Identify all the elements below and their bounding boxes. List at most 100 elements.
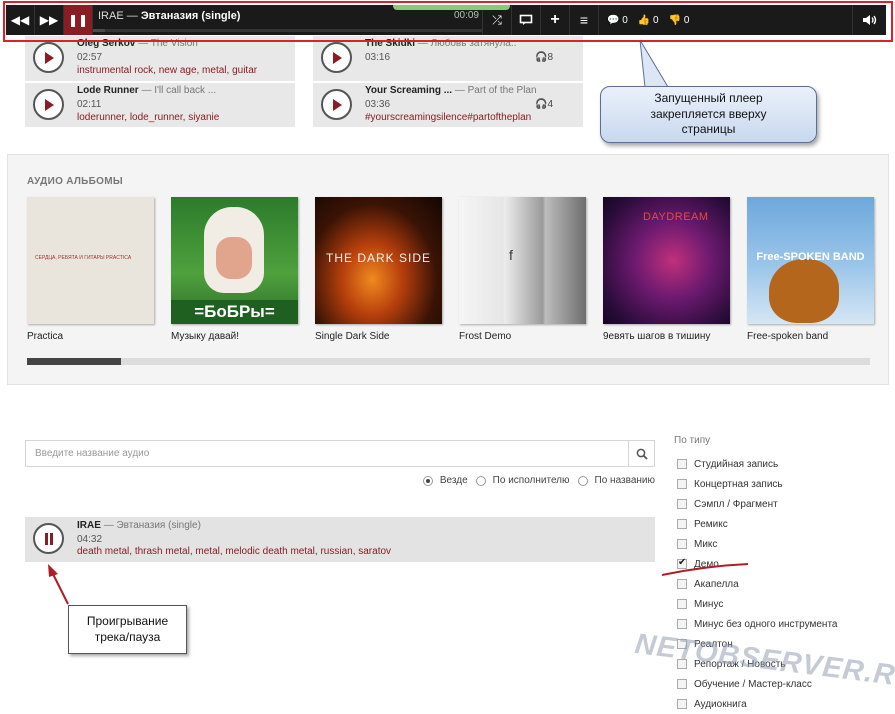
filter-checkbox[interactable] [677,699,687,709]
filter-title: По типу [674,435,711,446]
track-tags[interactable]: instrumental rock, new age, metal, guita… [77,65,257,76]
play-icon [44,51,54,64]
radio-label: Везде [439,475,468,486]
callout-pointer [639,39,669,88]
album-cover[interactable]: f [459,197,586,324]
filter-label: Акапелла [694,578,739,590]
sticky-player-callout: Запущенный плеер закрепляется вверху стр… [600,86,817,143]
radio-dot-selected[interactable] [422,475,433,486]
filter-item[interactable]: Микс [674,534,889,554]
album-card[interactable]: DAYDREAM 9евять шагов в тишину [603,197,731,342]
play-button[interactable] [33,42,64,73]
album-name[interactable]: Practica [27,331,155,342]
radio-dot[interactable] [577,475,588,486]
track-card[interactable]: Your Screaming ... — Part of the Plan 03… [313,83,583,127]
album-card[interactable]: =БоБРы= Музыку давай! [171,197,299,342]
play-button[interactable] [321,89,352,120]
search-scope-radios: Везде По исполнителю По названию [422,475,655,486]
track-card[interactable]: The Skidki — Любовь затянула.. 03:16 🎧8 [313,36,583,81]
filter-checkbox[interactable] [677,619,687,629]
track-tags[interactable]: death metal, thrash metal, metal, melodi… [77,546,391,557]
pause-track-button[interactable] [33,523,64,554]
radio-by-artist[interactable]: По исполнителю [475,475,570,486]
filter-checkbox[interactable] [677,459,687,469]
filter-item[interactable]: Демо [674,554,889,574]
search-button[interactable] [628,441,654,466]
red-arrow-line [51,571,69,605]
radio-dot[interactable] [475,475,486,486]
filter-checkbox[interactable] [677,519,687,529]
track-duration: 03:16 [365,52,391,63]
album-name[interactable]: Frost Demo [459,331,587,342]
filter-item[interactable]: Сэмпл / Фрагмент [674,494,889,514]
filter-item[interactable]: Минус без одного инструмента [674,614,889,634]
filter-checkbox[interactable] [677,599,687,609]
listens-value: 4 [547,99,554,110]
track-album[interactable]: Part of the Plan [468,85,537,96]
albums-scrollbar-thumb[interactable] [27,358,121,365]
track-album[interactable]: Эвтаназия (single) [116,520,200,531]
play-button[interactable] [321,42,352,73]
track-album[interactable]: I'll call back ... [154,85,216,96]
track-artist[interactable]: Your Screaming ... [365,85,452,96]
track-duration: 03:36 [365,99,391,110]
album-cover[interactable]: THE DARK SIDE [315,197,442,324]
filter-checkbox[interactable] [677,539,687,549]
filter-item[interactable]: Акапелла [674,574,889,594]
albums-scrollbar[interactable] [27,358,870,365]
album-name[interactable]: Free-spoken band [747,331,875,342]
album-card[interactable]: СЕРДЦА, РЕБЯТА И ГИТАРЫ PRACTICA Practic… [27,197,155,342]
cover-text: DAYDREAM [643,211,709,223]
filter-checkbox[interactable] [677,499,687,509]
headphones-icon: 🎧 [535,52,548,63]
album-name[interactable]: 9евять шагов в тишину [603,331,731,342]
filter-checkbox-checked[interactable] [677,557,687,569]
track-tags[interactable]: loderunner, lode_runner, siyanie [77,112,219,123]
red-arrow-head [48,564,58,577]
track-artist[interactable]: IRAE [77,520,101,531]
filter-label: Сэмпл / Фрагмент [694,498,778,510]
cover-text: СЕРДЦА, РЕБЯТА И ГИТАРЫ PRACTICA [35,255,132,261]
headphones-icon: 🎧 [535,99,548,110]
current-track-row[interactable]: IRAE — Эвтаназия (single) 04:32 death me… [25,517,655,562]
album-cover[interactable]: =БоБРы= [171,197,298,324]
album-card[interactable]: Free-SPOKEN BAND Free-spoken band [747,197,875,342]
filter-label: Ремикс [694,518,728,530]
track-artist[interactable]: Lode Runner [77,85,139,96]
album-name[interactable]: Музыку давай! [171,331,299,342]
filter-checkbox[interactable] [677,679,687,689]
filter-label: Аудиокнига [694,698,747,710]
cover-guitar [769,259,839,323]
pause-icon [44,532,53,545]
filter-label: Концертная запись [694,478,783,490]
track-duration: 02:11 [77,99,102,110]
radio-by-title[interactable]: По названию [577,475,655,486]
album-cover[interactable]: СЕРДЦА, РЕБЯТА И ГИТАРЫ PRACTICA [27,197,154,324]
filter-label: Студийная запись [694,458,779,470]
track-tags[interactable]: #yourscreamingsilence#partoftheplan [365,112,531,123]
filter-item[interactable]: Минус [674,594,889,614]
filter-item[interactable]: Аудиокнига [674,694,889,714]
filter-item[interactable]: Концертная запись [674,474,889,494]
album-cover[interactable]: Free-SPOKEN BAND [747,197,874,324]
track-duration: 04:32 [77,534,103,545]
filter-label: Микс [694,538,718,550]
album-cover[interactable]: DAYDREAM [603,197,730,324]
player-highlight-frame [3,1,893,42]
play-icon [44,98,54,111]
radio-everywhere[interactable]: Везде [422,475,468,486]
album-card[interactable]: THE DARK SIDE Single Dark Side [315,197,443,342]
filter-checkbox[interactable] [677,479,687,489]
play-button[interactable] [33,89,64,120]
audio-search-input[interactable] [26,441,626,466]
track-card[interactable]: Oleg Serkov — The Vision 02:57 instrumen… [25,36,295,81]
radio-label: По названию [594,475,655,486]
album-card[interactable]: f Frost Demo [459,197,587,342]
play-icon [332,51,342,64]
cover-text: f [509,247,513,263]
track-card[interactable]: Lode Runner — I'll call back ... 02:11 l… [25,83,295,127]
filter-item[interactable]: Студийная запись [674,454,889,474]
filter-item[interactable]: Ремикс [674,514,889,534]
filter-checkbox[interactable] [677,579,687,589]
album-name[interactable]: Single Dark Side [315,331,443,342]
